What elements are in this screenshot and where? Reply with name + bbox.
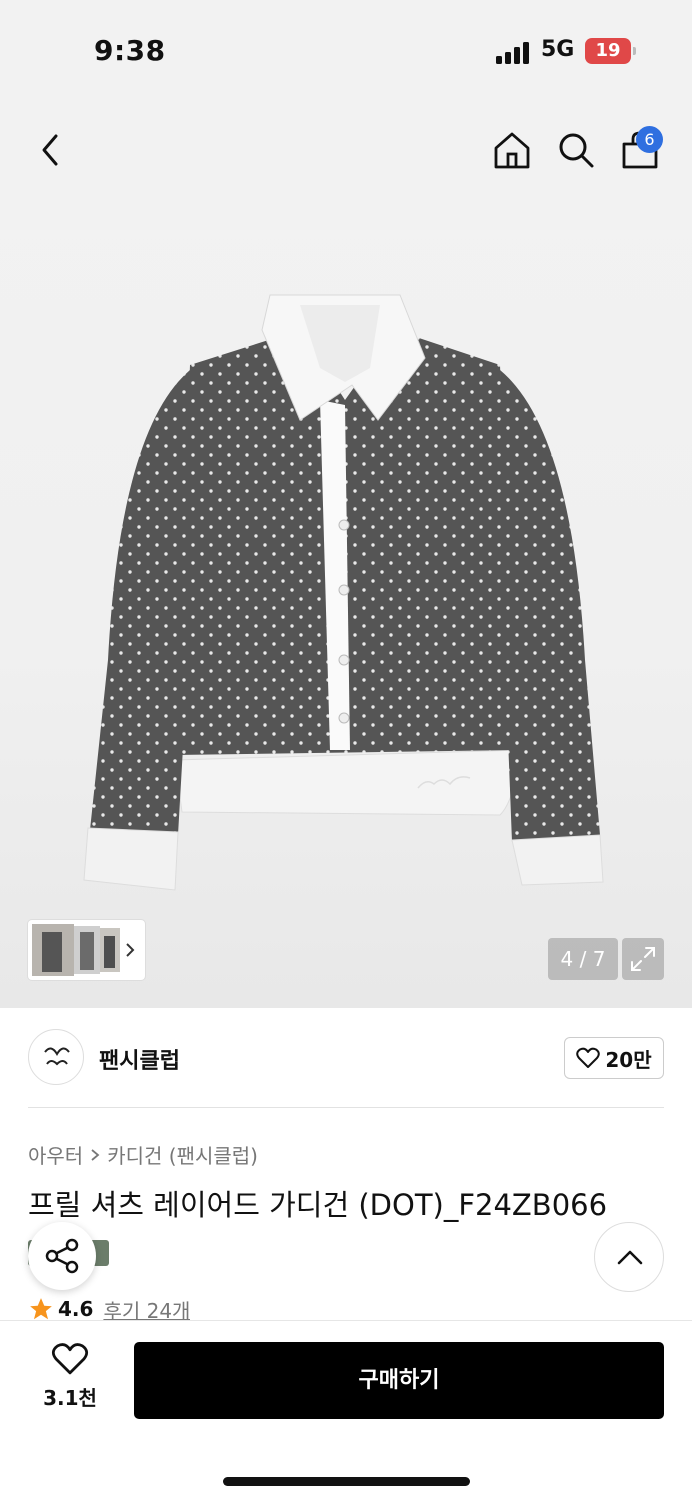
wishlist-button[interactable]: 3.1천 bbox=[30, 1342, 110, 1411]
product-image[interactable] bbox=[0, 100, 692, 1008]
breadcrumb-subcategory[interactable]: 카디건 (팬시클럽) bbox=[107, 1140, 258, 1169]
share-button[interactable] bbox=[28, 1222, 96, 1290]
breadcrumb: 아우터 카디건 (팬시클럽) bbox=[28, 1140, 258, 1169]
rating-score: 4.6 bbox=[58, 1297, 94, 1321]
heart-icon bbox=[51, 1343, 89, 1375]
home-indicator bbox=[223, 1477, 470, 1486]
network-label: 5G bbox=[541, 37, 575, 62]
chevron-up-icon bbox=[617, 1250, 643, 1265]
expand-icon bbox=[631, 947, 655, 971]
status-bar: 9:38 5G 19 bbox=[0, 0, 692, 100]
expand-button[interactable] bbox=[622, 938, 664, 980]
home-icon[interactable] bbox=[492, 130, 532, 170]
share-icon bbox=[45, 1238, 79, 1274]
heart-icon bbox=[576, 1047, 601, 1068]
star-icon bbox=[30, 1298, 52, 1320]
signal-icon bbox=[496, 40, 532, 64]
battery-icon: 19 bbox=[585, 38, 636, 64]
brand-like-button[interactable]: 20만 bbox=[564, 1037, 664, 1079]
chevron-right-icon bbox=[91, 1148, 100, 1161]
product-title: 프릴 셔츠 레이어드 가디건 (DOT)_F24ZB066 bbox=[28, 1188, 608, 1222]
divider bbox=[28, 1107, 664, 1108]
brand-logo-mark bbox=[44, 1047, 70, 1066]
buy-button[interactable]: 구매하기 bbox=[134, 1342, 664, 1419]
product-gallery[interactable] bbox=[0, 100, 692, 1008]
breadcrumb-category[interactable]: 아우터 bbox=[28, 1140, 83, 1169]
image-counter: 4 / 7 bbox=[548, 938, 618, 980]
brand-name[interactable]: 팬시클럽 bbox=[99, 1043, 180, 1075]
back-icon[interactable] bbox=[36, 132, 64, 168]
brand-logo[interactable] bbox=[28, 1029, 84, 1085]
cart-count-badge: 6 bbox=[636, 126, 663, 153]
rating-row: 4.6 후기 24개 bbox=[28, 1296, 190, 1322]
scroll-to-top-button[interactable] bbox=[594, 1222, 664, 1292]
search-icon[interactable] bbox=[556, 130, 596, 170]
brand-like-count: 20만 bbox=[605, 1047, 652, 1072]
thumbnail-images bbox=[32, 924, 135, 976]
thumbnail-strip[interactable] bbox=[28, 920, 145, 980]
status-time: 9:38 bbox=[94, 34, 166, 67]
wishlist-count: 3.1천 bbox=[43, 1386, 97, 1410]
review-count-link[interactable]: 후기 24개 bbox=[103, 1296, 190, 1323]
